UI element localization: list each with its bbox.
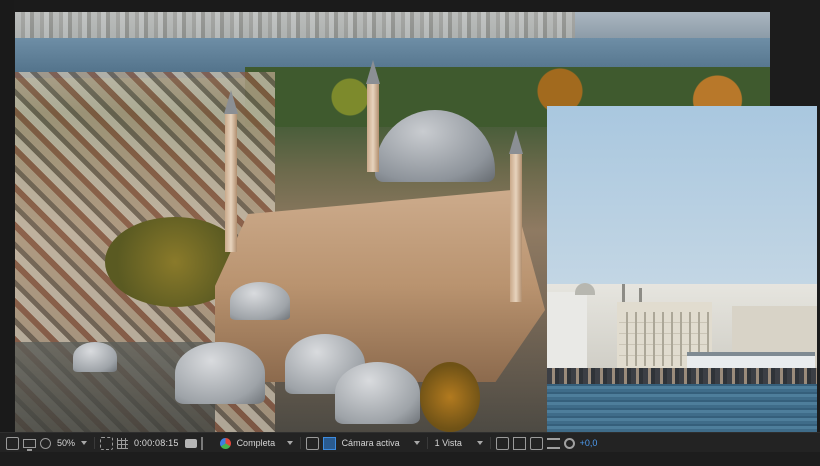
exposure-icon [563, 437, 575, 449]
divider [299, 437, 301, 449]
region-icon [305, 436, 319, 450]
chevron-down-icon [81, 441, 88, 445]
divider [426, 437, 428, 449]
monitor-icon [23, 438, 36, 451]
fast-preview-icon [512, 436, 526, 450]
views-value: 1 Vista [434, 438, 462, 448]
show-snapshot-button[interactable] [199, 435, 218, 451]
building-white [547, 292, 587, 374]
reset-exposure-button[interactable] [562, 435, 577, 451]
dome-4 [230, 282, 290, 320]
sea-water [547, 384, 817, 432]
mask-icon [40, 437, 51, 449]
chevron-down-icon [476, 441, 483, 445]
dome-3 [335, 362, 420, 424]
secondary-footage-layer[interactable] [547, 106, 817, 432]
camera-value: Cámara activa [341, 438, 400, 448]
viewer-pasteboard-left [0, 0, 14, 432]
flowchart-icon [546, 437, 560, 449]
exposure-value[interactable]: +0,0 [580, 438, 598, 448]
panel-bottom-bar [0, 452, 820, 466]
flowchart-button[interactable] [545, 435, 562, 451]
monitor-button[interactable] [21, 435, 38, 451]
toggle-pixel-aspect-button[interactable] [494, 435, 511, 451]
minaret-3 [509, 130, 523, 302]
fit-button[interactable] [98, 435, 115, 451]
timecode[interactable]: 0:00:08:15 [134, 438, 179, 448]
grid-button[interactable] [115, 435, 130, 451]
channels-button[interactable] [218, 435, 233, 451]
snapshot-button[interactable] [183, 435, 199, 451]
zoom-value: 50% [57, 438, 76, 448]
rgb-icon [219, 437, 231, 449]
camera-dropdown[interactable]: Cámara activa [338, 436, 424, 450]
chevron-down-icon [286, 441, 293, 445]
snapshot-icon [200, 436, 216, 450]
chevron-down-icon [413, 441, 420, 445]
dome-5 [73, 342, 117, 372]
autumn-tree [420, 362, 480, 432]
region-of-interest-button[interactable] [304, 435, 321, 451]
transparency-grid-button[interactable] [321, 435, 338, 451]
fast-previews-button[interactable] [511, 435, 528, 451]
fit-icon [100, 436, 114, 450]
dome-1 [175, 342, 265, 404]
minaret-2 [366, 60, 380, 172]
grid-icon [117, 437, 129, 449]
quay-crowd [547, 368, 817, 384]
resolution-dropdown[interactable]: Completa [233, 436, 297, 450]
timeline-icon [529, 436, 543, 450]
timeline-button[interactable] [528, 435, 545, 451]
toggle-mask-button[interactable] [38, 435, 53, 451]
always-preview-button[interactable] [4, 435, 21, 451]
zoom-dropdown[interactable]: 50% [53, 436, 91, 450]
viewer-pasteboard-right [770, 0, 820, 106]
viewer-toolbar: 50% 0:00:08:15 Completa Cámara activa 1 … [0, 432, 820, 453]
monitor-icon [6, 436, 19, 450]
checkerboard-icon [322, 436, 336, 450]
divider [489, 437, 491, 449]
pixel-aspect-icon [495, 436, 509, 450]
resolution-value: Completa [236, 438, 276, 448]
views-dropdown[interactable]: 1 Vista [431, 436, 487, 450]
minaret-1 [224, 90, 238, 252]
composition-viewer[interactable] [0, 0, 820, 432]
divider [94, 437, 96, 449]
camera-icon [184, 438, 197, 448]
